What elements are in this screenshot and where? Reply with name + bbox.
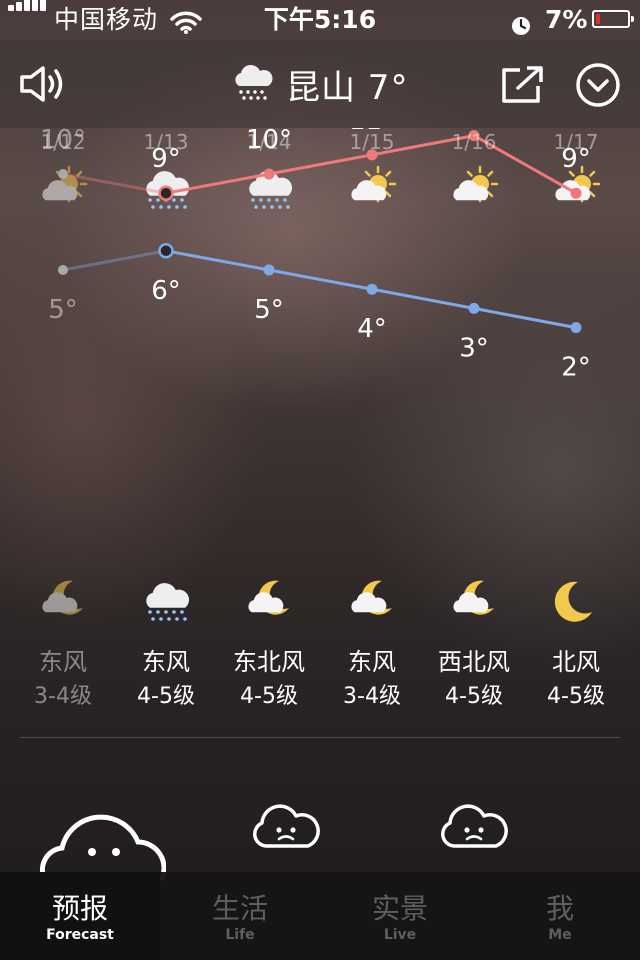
battery-icon [592,10,634,28]
page-title[interactable]: 昆山 7° [286,60,408,109]
status-bar: 中国移动 下午5:16 7% [0,0,640,40]
forecast-date: 1/15 [349,130,395,154]
tab-forecast[interactable]: 预报 Forecast [0,872,160,960]
low-temp-point [158,243,174,259]
battery-percent: 7% [545,5,588,34]
status-time: 下午5:16 [263,5,377,34]
wind-level: 3-4级 [343,684,401,709]
low-temp-point [468,302,480,314]
forecast-date: 1/16 [451,130,497,154]
wind-direction: 西北风 [438,648,510,676]
wind-direction: 东风 [348,648,396,676]
tab-sublabel: Forecast [46,927,114,943]
high-temp-point [158,185,174,201]
wind-level: 4-5级 [547,684,605,709]
partly-sunny-icon [351,165,397,203]
tab-sublabel: Live [383,927,417,943]
partly-sunny-icon [453,165,499,203]
tab-bar: 预报 Forecast 生活 Life 实景 Live 我 Me [0,872,640,960]
rain-cloud-icon [231,64,275,108]
sad-cloud-icon[interactable] [440,800,508,856]
low-temp-label: 4° [357,314,387,344]
tab-label: 预报 [51,892,108,925]
moon-icon [554,581,592,622]
low-temp-past-segment [62,249,167,272]
sad-cloud-icon[interactable] [252,800,320,856]
tab-label: 实景 [371,892,428,925]
wind-direction: 东风 [39,648,87,676]
low-temp-point [570,322,582,334]
high-temp-point [58,169,68,179]
tab-me[interactable]: 我 Me [480,872,640,960]
forecast-date: 1/17 [553,130,599,154]
forecast-chart: 10°9°10°11°12°9°5°6°5°4°3°2° 1/121/131/1… [0,128,640,728]
partly-cloudy-night-icon [42,580,83,615]
tab-label: 生活 [211,892,268,925]
wind-direction: 东北风 [233,648,305,676]
low-temp-label: 2° [561,353,591,383]
high-temp-point [570,187,582,199]
tab-sublabel: Me [548,927,572,943]
header-bar: 昆山 7° [0,40,640,128]
forecast-date: 1/14 [246,130,292,154]
low-temp-point [366,283,378,295]
partly-cloudy-night-icon [248,580,289,615]
tab-live[interactable]: 实景 Live [320,872,480,960]
forecast-date: 1/13 [143,130,189,154]
rain-cloud-icon [146,583,190,621]
wind-level: 4-5级 [240,684,298,709]
forecast-date: 1/12 [40,130,86,154]
temperature-chart: 10°9°10°11°12°9°5°6°5°4°3°2° [40,128,601,622]
low-temp-label: 3° [459,333,489,363]
low-temp-label: 6° [151,276,181,306]
wind-level: 4-5级 [137,684,195,709]
wind-direction: 东风 [142,648,190,676]
tab-label: 我 [545,892,574,925]
divider [20,737,620,738]
low-temp-point [58,265,68,275]
wind-level: 3-4级 [34,684,92,709]
partly-cloudy-night-icon [453,580,494,615]
low-temp-label: 5° [48,295,78,325]
speaker-icon[interactable] [18,64,68,108]
tab-sublabel: Life [225,927,255,943]
low-temp-point [263,264,275,276]
high-temp-point [263,168,275,180]
dropdown-icon[interactable] [575,62,621,112]
wind-level: 4-5级 [445,684,503,709]
tab-life[interactable]: 生活 Life [160,872,320,960]
wind-direction: 北风 [552,648,600,676]
partly-cloudy-night-icon [351,580,392,615]
share-icon[interactable] [500,65,546,109]
low-temp-label: 5° [254,295,284,325]
